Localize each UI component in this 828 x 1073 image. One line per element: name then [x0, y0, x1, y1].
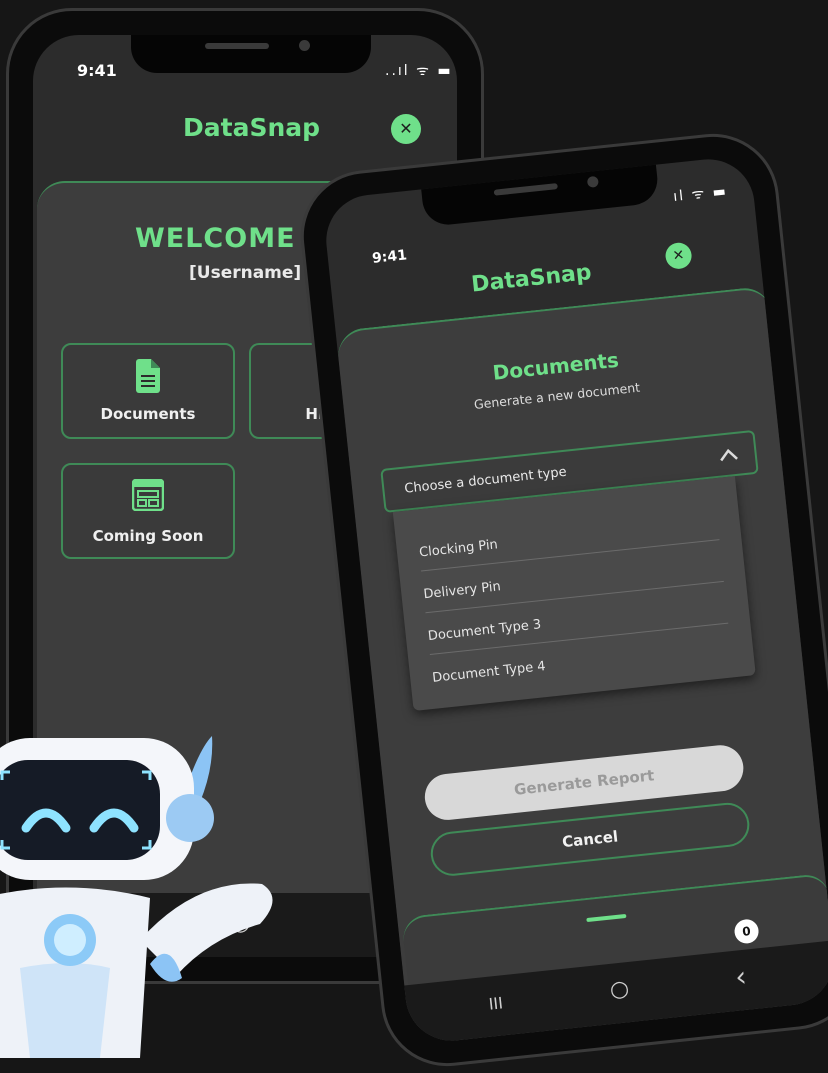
documents-count-badge: 0 — [733, 918, 760, 945]
sheet-drag-handle[interactable] — [586, 913, 627, 923]
status-icons: ..ıl ᯤ ▬ — [385, 63, 453, 79]
tile-label: Documents — [100, 405, 196, 423]
status-time: 9:41 — [371, 247, 408, 267]
nav-recents-button[interactable]: III — [488, 993, 504, 1013]
document-icon — [136, 359, 160, 397]
close-icon: ✕ — [671, 247, 686, 265]
document-type-dropdown: Clocking Pin Delivery Pin Document Type … — [392, 476, 756, 711]
select-placeholder: Choose a document type — [403, 464, 568, 497]
username-label: [Username] — [189, 263, 302, 283]
front-camera — [299, 40, 310, 51]
close-icon: ✕ — [399, 119, 413, 138]
phone1-notch — [131, 35, 371, 73]
close-button[interactable]: ✕ — [391, 114, 421, 144]
speaker — [205, 43, 269, 49]
tile-coming-soon[interactable]: Coming Soon — [61, 463, 235, 559]
panel-subtitle: Generate a new document — [473, 379, 641, 412]
phone-mockup-documents: 9:41 ıl ᯤ ▬ DataSnap ✕ Documents Generat… — [294, 127, 828, 1073]
documents-panel: Documents Generate a new document Choose… — [335, 285, 828, 1046]
app-title: DataSnap — [183, 113, 321, 142]
tile-label: Coming Soon — [92, 527, 204, 545]
panel-title: Documents — [491, 347, 620, 385]
app-title: DataSnap — [470, 260, 593, 298]
robot-mascot-illustration — [0, 736, 273, 1058]
phone2-notch — [420, 158, 660, 228]
phone2-screen: 9:41 ıl ᯤ ▬ DataSnap ✕ Documents Generat… — [321, 154, 828, 1046]
front-camera — [586, 175, 599, 188]
status-icons: ıl ᯤ ▬ — [672, 183, 729, 205]
tile-documents[interactable]: Documents — [61, 343, 235, 439]
chevron-up-icon — [718, 446, 740, 467]
browser-window-icon — [131, 478, 165, 515]
nav-home-button[interactable]: ○ — [609, 976, 631, 1003]
close-button[interactable]: ✕ — [664, 241, 693, 271]
speaker — [493, 183, 558, 196]
status-time: 9:41 — [77, 61, 117, 80]
nav-back-button[interactable]: ‹ — [734, 960, 749, 994]
